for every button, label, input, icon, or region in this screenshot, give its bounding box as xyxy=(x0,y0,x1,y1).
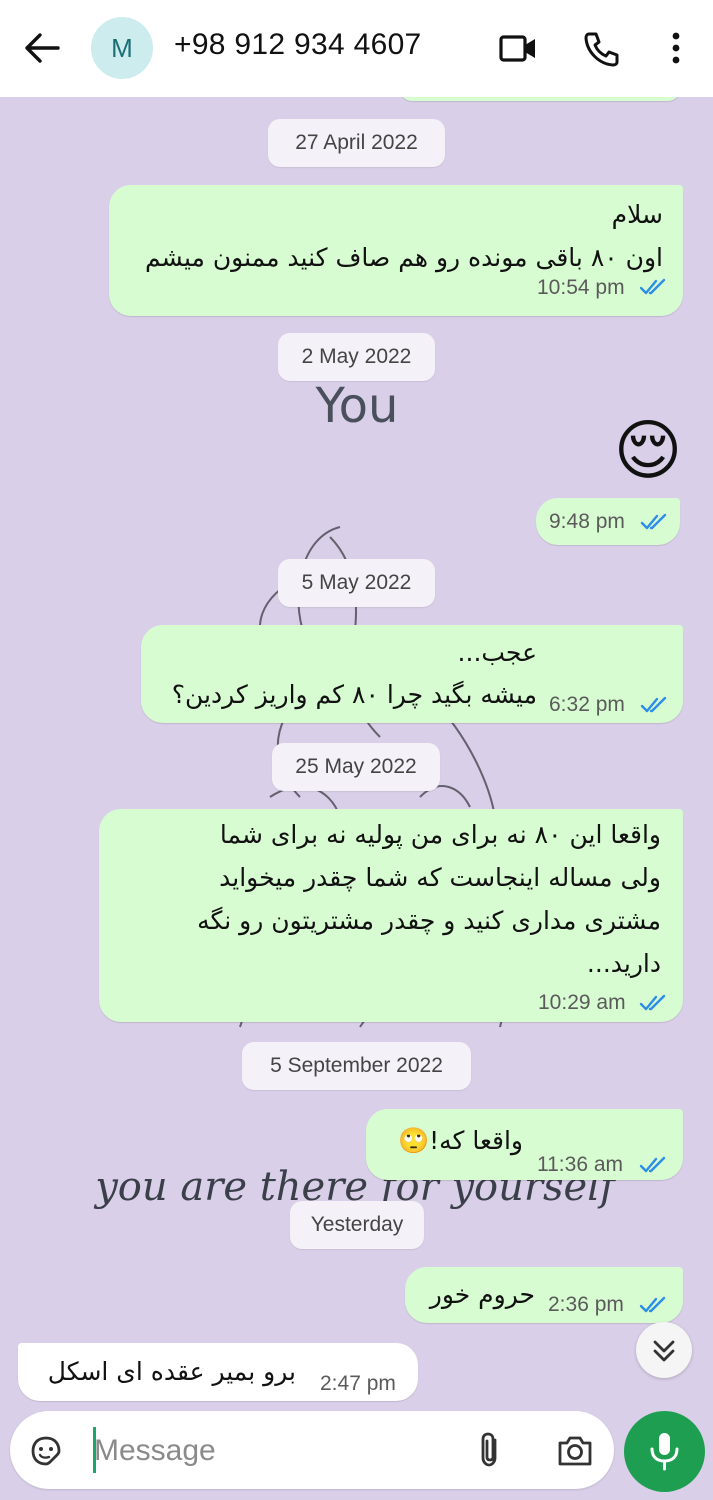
arrow-left-icon[interactable] xyxy=(22,30,62,66)
message-time-bubble: 9:48 pm xyxy=(536,498,680,545)
message-line: دارید... xyxy=(586,949,661,978)
double-chevron-down-icon xyxy=(653,1340,675,1362)
message-line: واقعا که!🙄 xyxy=(397,1126,523,1155)
message-time: 2:47 pm xyxy=(320,1372,396,1395)
video-call-icon[interactable] xyxy=(496,27,540,71)
message-bubble[interactable]: سلام اون ۸۰ باقی مونده رو هم صاف کنید مم… xyxy=(109,185,683,316)
message-composer xyxy=(10,1411,614,1489)
date-separator: 25 May 2022 xyxy=(272,743,440,791)
mic-icon xyxy=(650,1433,679,1471)
message-bubble[interactable]: واقعا که!🙄 11:36 am xyxy=(366,1109,683,1180)
message-time: 2:36 pm xyxy=(548,1293,624,1316)
avatar[interactable]: M xyxy=(91,17,153,79)
date-separator: 5 May 2022 xyxy=(278,559,435,607)
message-time: 10:54 pm xyxy=(537,276,625,299)
message-line: سلام xyxy=(611,200,663,229)
contact-title[interactable]: +98 912 934 4607 xyxy=(174,28,422,62)
emoji-message[interactable]: 😌 xyxy=(598,406,698,496)
double-check-icon xyxy=(639,1296,666,1313)
message-line: اون ۸۰ باقی مونده رو هم صاف کنید ممنون م… xyxy=(145,243,663,272)
date-separator: Yesterday xyxy=(290,1201,424,1249)
message-time: 9:48 pm xyxy=(549,510,625,533)
double-check-icon xyxy=(640,696,667,713)
date-separator: 5 September 2022 xyxy=(242,1042,471,1090)
message-line: ولی مساله اینجاست که شما چقدر میخواید xyxy=(219,863,661,892)
date-separator: 27 April 2022 xyxy=(268,119,445,167)
message-bubble[interactable]: واقعا این ۸۰ نه برای من پولیه نه برای شم… xyxy=(99,809,683,1022)
chat-header: M +98 912 934 4607 xyxy=(0,0,713,97)
svg-text:You: You xyxy=(315,378,399,434)
message-bubble[interactable]: عجب... میشه بگید چرا ۸۰ کم واریز کردین؟ … xyxy=(141,625,683,723)
message-time: 6:32 pm xyxy=(549,693,625,716)
message-time: 10:29 am xyxy=(538,991,626,1014)
sticker-icon[interactable] xyxy=(27,1432,65,1470)
message-time: 11:36 am xyxy=(537,1153,623,1176)
message-line: مشتری مداری کنید و چقدر مشتریتون رو نگه xyxy=(197,906,661,935)
chat-area[interactable]: You you are there for yourself 27 April … xyxy=(0,97,713,1407)
double-check-icon xyxy=(639,1156,666,1173)
scroll-down-button[interactable] xyxy=(636,1322,692,1378)
double-check-icon xyxy=(639,278,666,295)
message-line: میشه بگید چرا ۸۰ کم واریز کردین؟ xyxy=(171,680,537,709)
double-check-icon xyxy=(639,994,666,1011)
camera-icon[interactable] xyxy=(555,1433,595,1469)
phone-icon[interactable] xyxy=(580,27,624,71)
message-line: واقعا این ۸۰ نه برای من پولیه نه برای شم… xyxy=(219,820,661,849)
mic-button[interactable] xyxy=(624,1411,705,1492)
message-line: عجب... xyxy=(457,638,537,667)
message-bubble[interactable]: حروم خور 2:36 pm xyxy=(405,1267,683,1323)
more-vert-icon[interactable] xyxy=(654,27,698,71)
date-separator: 2 May 2022 xyxy=(278,333,435,381)
message-line: برو بمیر عقده ای اسکل xyxy=(47,1357,296,1386)
message-bubble-incoming[interactable]: برو بمیر عقده ای اسکل 2:47 pm xyxy=(18,1343,418,1401)
message-bubble-partial xyxy=(400,97,680,101)
message-input[interactable] xyxy=(94,1429,454,1473)
double-check-icon xyxy=(640,513,667,530)
attach-icon[interactable] xyxy=(473,1430,507,1470)
message-line: حروم خور xyxy=(429,1280,535,1309)
